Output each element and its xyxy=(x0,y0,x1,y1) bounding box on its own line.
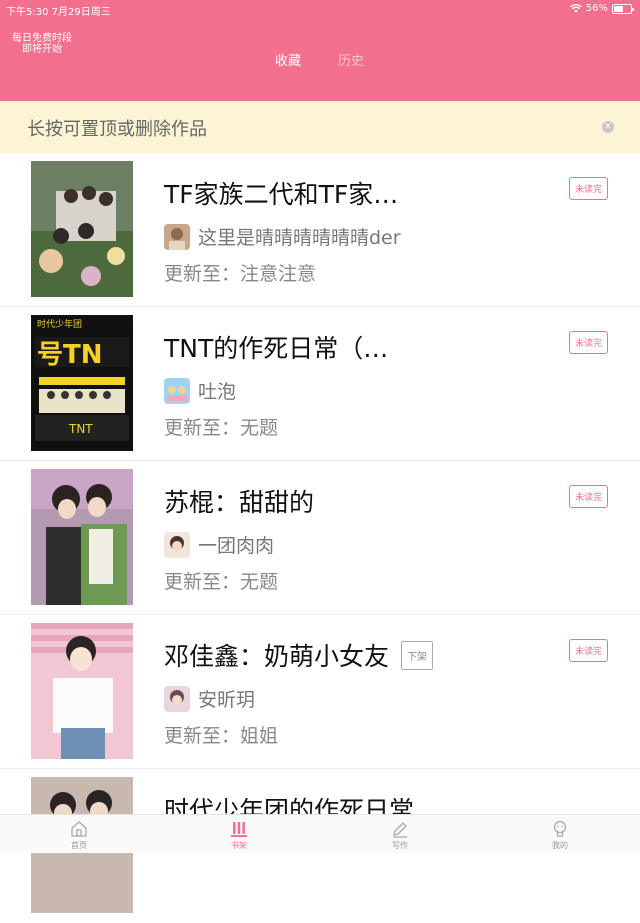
unread-badge: 未读完 xyxy=(569,639,609,662)
update-text: 更新至：注意注意 xyxy=(164,263,317,285)
author-name: 吐泡 xyxy=(198,381,237,403)
tab-bookshelf[interactable]: 书架 xyxy=(209,819,269,851)
home-icon xyxy=(71,821,87,837)
list-item[interactable]: 邓佳鑫：奶萌小女友 下架 安昕玥 更新至：姐姐 未读完 xyxy=(0,615,640,769)
author-name: 一团肉肉 xyxy=(198,535,275,557)
promo-line-1: 每日免费时段 xyxy=(12,33,72,44)
avatar xyxy=(164,223,190,250)
unread-badge: 未读完 xyxy=(569,485,609,508)
tab-write[interactable]: 写作 xyxy=(370,819,430,851)
list-item[interactable]: 苏棍：甜甜的 一团肉肉 更新至：无题 未读完 xyxy=(0,461,640,615)
book-cover[interactable] xyxy=(31,623,133,759)
unread-badge: 未读完 xyxy=(569,331,609,354)
tab-profile[interactable]: 我的 xyxy=(530,819,590,851)
wifi-icon xyxy=(569,4,582,13)
tab-profile-label: 我的 xyxy=(552,841,568,850)
svg-text:时代少年团: 时代少年团 xyxy=(37,318,82,330)
book-title: TNT的作死日常（… xyxy=(164,334,389,363)
shelf-tabs: 收藏 历史 xyxy=(0,50,640,70)
author-row: 一团肉肉 xyxy=(164,531,274,558)
book-title-row: 苏棍：甜甜的 xyxy=(164,483,314,519)
author-row: 安昕玥 xyxy=(164,685,255,712)
unread-badge: 未读完 xyxy=(569,177,609,200)
battery-percent: 56% xyxy=(585,3,608,14)
tab-home-label: 首页 xyxy=(71,841,87,850)
tab-favorites[interactable]: 收藏 xyxy=(275,50,301,69)
notice-text: 长按可置顶或删除作品 xyxy=(27,119,207,140)
bookshelf-icon xyxy=(231,822,247,837)
author-name: 这里是晴晴晴晴晴晴der xyxy=(198,227,401,249)
author-row: 这里是晴晴晴晴晴晴der xyxy=(164,223,401,250)
book-title: 邓佳鑫：奶萌小女友 xyxy=(164,642,390,671)
removed-tag: 下架 xyxy=(401,640,434,670)
status-right: 56% xyxy=(569,3,634,14)
book-title-row: TF家族二代和TF家… xyxy=(164,175,398,211)
book-title: 苏棍：甜甜的 xyxy=(164,488,315,517)
battery-icon xyxy=(612,3,634,14)
author-row: 吐泡 xyxy=(164,377,236,404)
book-title-row: TNT的作死日常（… xyxy=(164,329,388,365)
pen-icon xyxy=(393,822,407,838)
avatar xyxy=(164,531,190,558)
tab-bookshelf-label: 书架 xyxy=(231,841,247,850)
status-time: 下午5:30 7月29日周三 xyxy=(6,7,111,18)
book-cover[interactable] xyxy=(31,469,133,605)
list-item[interactable]: 时代少年团 号TN TNT TNT的作死日常（… 吐泡 更新至：无题 未读完 xyxy=(0,307,640,461)
book-cover[interactable] xyxy=(31,161,133,297)
close-icon[interactable]: ✕ xyxy=(602,121,614,133)
update-text: 更新至：无题 xyxy=(164,571,279,593)
list-item[interactable]: TF家族二代和TF家… 这里是晴晴晴晴晴晴der 更新至：注意注意 未读完 xyxy=(0,153,640,307)
svg-text:号TN: 号TN xyxy=(37,340,103,370)
update-text: 更新至：无题 xyxy=(164,417,279,439)
update-text: 更新至：姐姐 xyxy=(164,725,279,747)
tab-home[interactable]: 首页 xyxy=(49,819,109,851)
bottom-tab-bar: 首页 书架 写作 我的 xyxy=(0,814,640,853)
book-title: TF家族二代和TF家… xyxy=(164,180,399,209)
notice-banner: 长按可置顶或删除作品 xyxy=(0,101,640,153)
header: 下午5:30 7月29日周三 56% 每日免费时段 即将开始 收藏 历史 xyxy=(0,0,640,101)
profile-icon xyxy=(553,820,567,837)
book-cover[interactable]: 时代少年团 号TN TNT xyxy=(31,315,133,451)
book-title-row: 邓佳鑫：奶萌小女友 下架 xyxy=(164,637,434,673)
author-name: 安昕玥 xyxy=(198,689,256,711)
status-bar: 下午5:30 7月29日周三 56% xyxy=(0,0,640,18)
tab-write-label: 写作 xyxy=(392,841,408,850)
tab-history[interactable]: 历史 xyxy=(338,50,364,69)
avatar xyxy=(164,685,190,712)
svg-text:TNT: TNT xyxy=(68,422,93,436)
avatar xyxy=(164,377,190,404)
